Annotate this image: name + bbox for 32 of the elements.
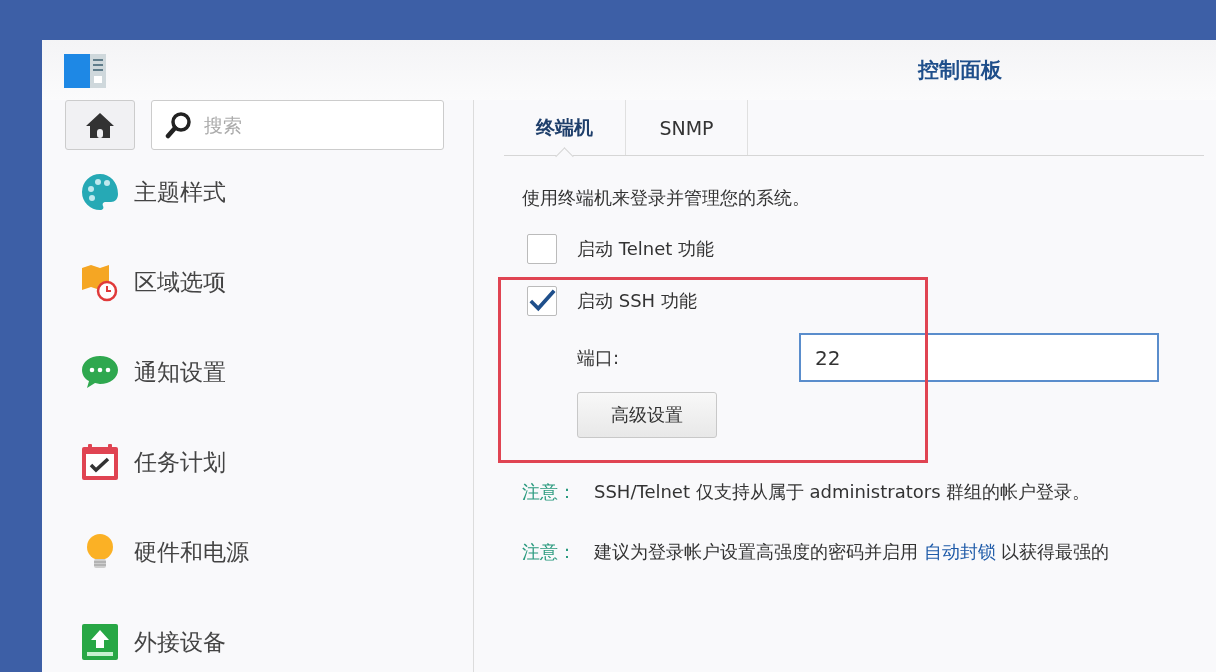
checkbox[interactable] [527, 234, 557, 264]
home-button[interactable] [65, 100, 135, 150]
note-label: 注意： [522, 480, 577, 504]
sidebar-item[interactable]: 硬件和电源 [134, 536, 249, 568]
upload-icon [80, 622, 120, 662]
sidebar-item[interactable]: 主题样式 [134, 176, 226, 208]
port-label: 端口: [577, 345, 621, 370]
search-icon [165, 111, 193, 139]
note-text: SSH/Telnet 仅支持从属于 administrators 群组的帐户登录。 [594, 480, 1091, 504]
description-text: 使用终端机来登录并管理您的系统。 [522, 186, 811, 210]
sidebar-item[interactable]: 任务计划 [134, 446, 226, 478]
palette-icon [80, 172, 120, 212]
sidebar-item[interactable]: 通知设置 [134, 356, 226, 388]
link[interactable]: 自动封锁 [923, 541, 996, 562]
tab[interactable]: 终端机 [504, 100, 626, 155]
sidebar-item[interactable]: 外接设备 [134, 626, 226, 658]
checkbox[interactable] [527, 286, 557, 316]
calendar-check-icon [80, 442, 120, 482]
note-text: 建议为登录帐户设置高强度的密码并启用 自动封锁 以获得最强的 [594, 540, 1110, 564]
port-field[interactable]: 22 [799, 333, 1159, 382]
note-label: 注意： [522, 540, 577, 564]
checkbox-label: 启动 SSH 功能 [577, 289, 697, 313]
check-icon [528, 288, 556, 314]
window-title: 控制面板 [918, 57, 1002, 84]
search-field[interactable]: 搜索 [151, 100, 444, 150]
sidebar-item[interactable]: 区域选项 [134, 266, 226, 298]
advanced-settings-button[interactable]: 高级设置 [577, 392, 717, 438]
home-icon [85, 111, 115, 139]
control-panel-icon [64, 54, 106, 88]
map-clock-icon [80, 262, 120, 302]
tab[interactable]: SNMP [626, 100, 748, 155]
checkbox-label: 启动 Telnet 功能 [577, 237, 714, 261]
